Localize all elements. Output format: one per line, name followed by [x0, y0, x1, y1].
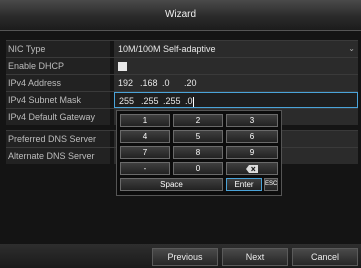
enable-dhcp-cell: [114, 58, 358, 74]
key-3[interactable]: 3: [226, 114, 278, 127]
ipv4-default-gateway-label: IPv4 Default Gateway: [6, 109, 110, 125]
onscreen-keypad: 1 2 3 4 5 6 7 8 9 - 0 Space Enter ESC: [116, 110, 282, 196]
next-button[interactable]: Next: [222, 248, 288, 266]
window-title: Wizard: [164, 9, 197, 20]
enable-dhcp-checkbox[interactable]: [118, 62, 127, 71]
subnet-mask-octet-1: 255: [119, 96, 135, 106]
ipv4-address-label: IPv4 Address: [6, 75, 110, 91]
key-esc[interactable]: ESC: [264, 178, 278, 191]
ipv4-address-octet-2: .168: [140, 78, 158, 88]
key-4[interactable]: 4: [120, 130, 170, 143]
row-ipv4-address: IPv4 Address 192 .168 .0 .20: [6, 74, 358, 91]
nic-type-value: 10M/100M Self-adaptive: [118, 44, 216, 54]
ipv4-address-octet-4: .20: [184, 78, 197, 88]
row-ipv4-subnet-mask: IPv4 Subnet Mask 255 .255 .255 .0: [6, 91, 358, 108]
row-enable-dhcp: Enable DHCP: [6, 57, 358, 74]
key-7[interactable]: 7: [120, 146, 170, 159]
ipv4-address-octet-3: .0: [162, 78, 170, 88]
cancel-button[interactable]: Cancel: [292, 248, 358, 266]
nic-type-select[interactable]: 10M/100M Self-adaptive ⌄: [114, 41, 358, 57]
chevron-down-icon: ⌄: [348, 44, 355, 53]
key-6[interactable]: 6: [226, 130, 278, 143]
key-1[interactable]: 1: [120, 114, 170, 127]
key-0[interactable]: 0: [173, 162, 223, 175]
ipv4-address-input[interactable]: 192 .168 .0 .20: [114, 75, 358, 91]
window-title-bar: Wizard: [0, 0, 361, 31]
subnet-mask-octet-4: .0: [185, 96, 193, 106]
ipv4-subnet-mask-input[interactable]: 255 .255 .255 .0: [114, 92, 358, 108]
key-space[interactable]: Space: [120, 178, 223, 191]
key-dash[interactable]: -: [120, 162, 170, 175]
previous-button[interactable]: Previous: [152, 248, 218, 266]
key-backspace[interactable]: [226, 162, 278, 175]
key-enter[interactable]: Enter: [226, 178, 262, 191]
subnet-mask-octet-2: .255: [141, 96, 159, 106]
nic-type-label: NIC Type: [6, 41, 110, 57]
key-2[interactable]: 2: [173, 114, 223, 127]
key-9[interactable]: 9: [226, 146, 278, 159]
subnet-mask-octet-3: .255: [163, 96, 181, 106]
alternate-dns-label: Alternate DNS Server: [6, 148, 110, 164]
text-caret: [192, 96, 194, 107]
enable-dhcp-label: Enable DHCP: [6, 58, 110, 74]
key-5[interactable]: 5: [173, 130, 223, 143]
key-8[interactable]: 8: [173, 146, 223, 159]
ipv4-address-octet-1: 192: [118, 78, 134, 88]
row-nic-type: NIC Type 10M/100M Self-adaptive ⌄: [6, 40, 358, 57]
backspace-icon: [246, 164, 258, 173]
ipv4-subnet-mask-label: IPv4 Subnet Mask: [6, 92, 110, 108]
preferred-dns-label: Preferred DNS Server: [6, 131, 110, 147]
